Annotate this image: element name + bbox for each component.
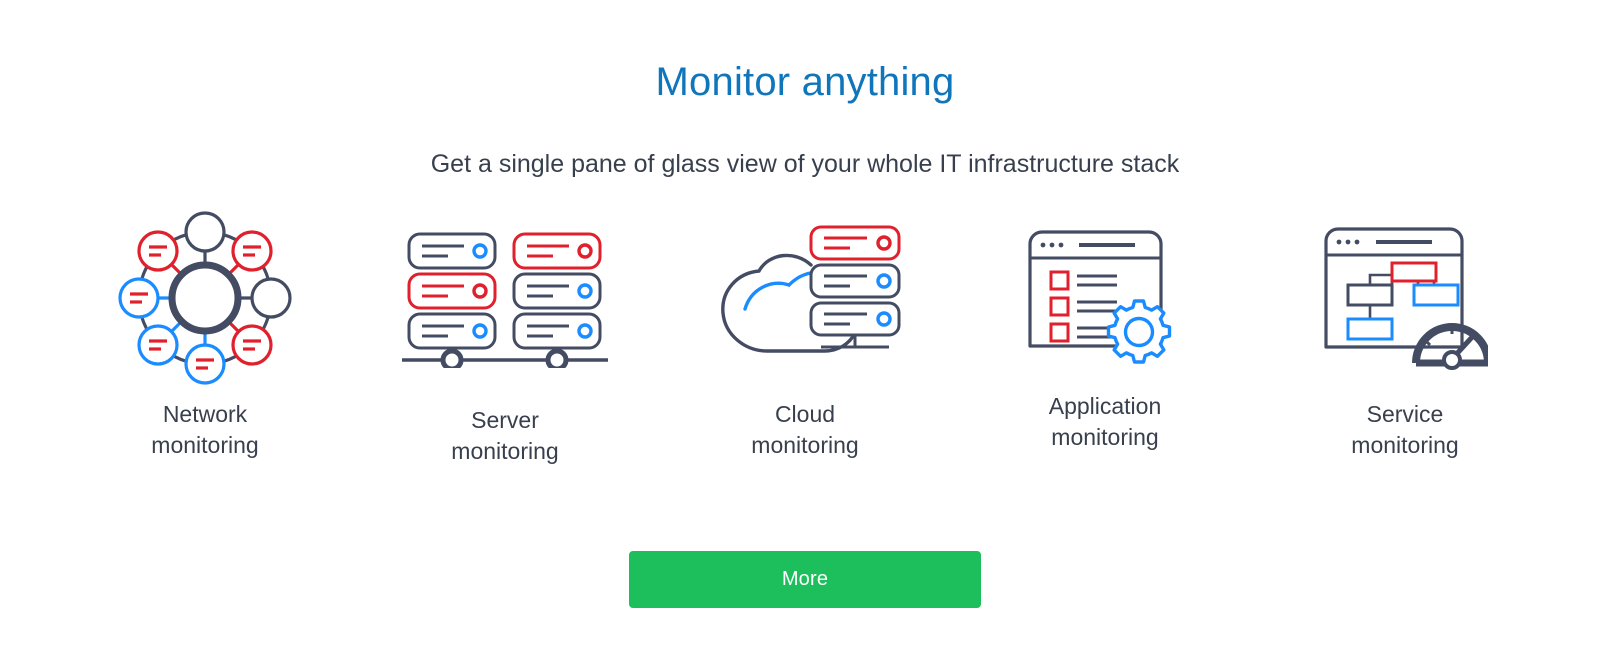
cloud-monitoring-icon — [707, 210, 903, 385]
card-label-cloud: Cloud monitoring — [751, 401, 859, 458]
card-label-server: Server monitoring — [451, 407, 559, 464]
card-label-application: Application monitoring — [1048, 393, 1162, 450]
monitoring-card-list: Network monitoring Server monitoring Clo… — [0, 210, 1610, 510]
card-label-service: Service monitoring — [1351, 401, 1459, 458]
page-title: Monitor anything — [655, 60, 955, 104]
network-monitoring-icon — [112, 210, 298, 385]
service-monitoring-icon — [1322, 210, 1488, 385]
card-network-monitoring[interactable]: Network monitoring — [55, 210, 355, 460]
server-monitoring-icon — [402, 210, 608, 385]
card-label-network: Network monitoring — [151, 401, 259, 458]
monitor-anything-section: Monitor anything Get a single pane of gl… — [0, 0, 1610, 653]
card-server-monitoring[interactable]: Server monitoring — [355, 210, 655, 466]
card-service-monitoring[interactable]: Service monitoring — [1255, 210, 1555, 460]
more-button[interactable]: More — [629, 551, 981, 608]
application-monitoring-icon — [1027, 210, 1183, 385]
card-application-monitoring[interactable]: Application monitoring — [955, 210, 1255, 452]
card-cloud-monitoring[interactable]: Cloud monitoring — [655, 210, 955, 460]
cta-container: More — [0, 551, 1610, 608]
page-subtitle: Get a single pane of glass view of your … — [430, 150, 1180, 178]
